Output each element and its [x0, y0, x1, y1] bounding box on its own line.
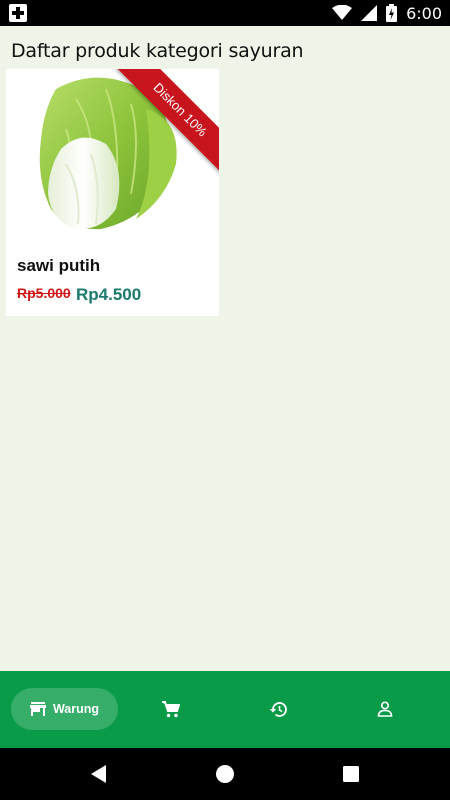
system-navigation	[0, 748, 450, 800]
main-content: Daftar produk kategori sayuran Diskon 10…	[0, 26, 450, 671]
wifi-icon	[332, 5, 353, 20]
cart-icon	[162, 700, 180, 717]
discount-ribbon: Diskon 10%	[109, 69, 219, 179]
back-icon[interactable]	[87, 762, 111, 786]
price-original: Rp5.000	[17, 285, 71, 301]
medical-app-icon	[9, 4, 27, 22]
person-icon	[377, 701, 393, 717]
history-icon	[269, 701, 287, 717]
nav-item-warung[interactable]: Warung	[11, 688, 118, 730]
price-discounted: Rp4.500	[76, 285, 142, 304]
battery-charging-icon	[386, 4, 398, 22]
status-bar: 6:00	[0, 0, 450, 26]
signal-icon	[361, 5, 378, 21]
nav-label-warung: Warung	[52, 702, 100, 716]
page-title: Daftar produk kategori sayuran	[11, 40, 304, 62]
status-icons: 6:00	[332, 0, 442, 26]
store-icon	[29, 702, 46, 716]
bottom-navigation: Warung	[0, 671, 450, 748]
nav-item-cart[interactable]	[150, 688, 192, 730]
status-time: 6:00	[406, 3, 442, 23]
discount-label: Diskon 10%	[116, 69, 219, 174]
product-name: sawi putih	[17, 256, 101, 275]
home-icon[interactable]	[213, 762, 237, 786]
nav-item-history[interactable]	[257, 688, 299, 730]
product-card[interactable]: Diskon 10% sawi putih Rp5.000 Rp4.500	[6, 69, 219, 316]
recents-icon[interactable]	[339, 762, 363, 786]
nav-item-profile[interactable]	[364, 688, 406, 730]
